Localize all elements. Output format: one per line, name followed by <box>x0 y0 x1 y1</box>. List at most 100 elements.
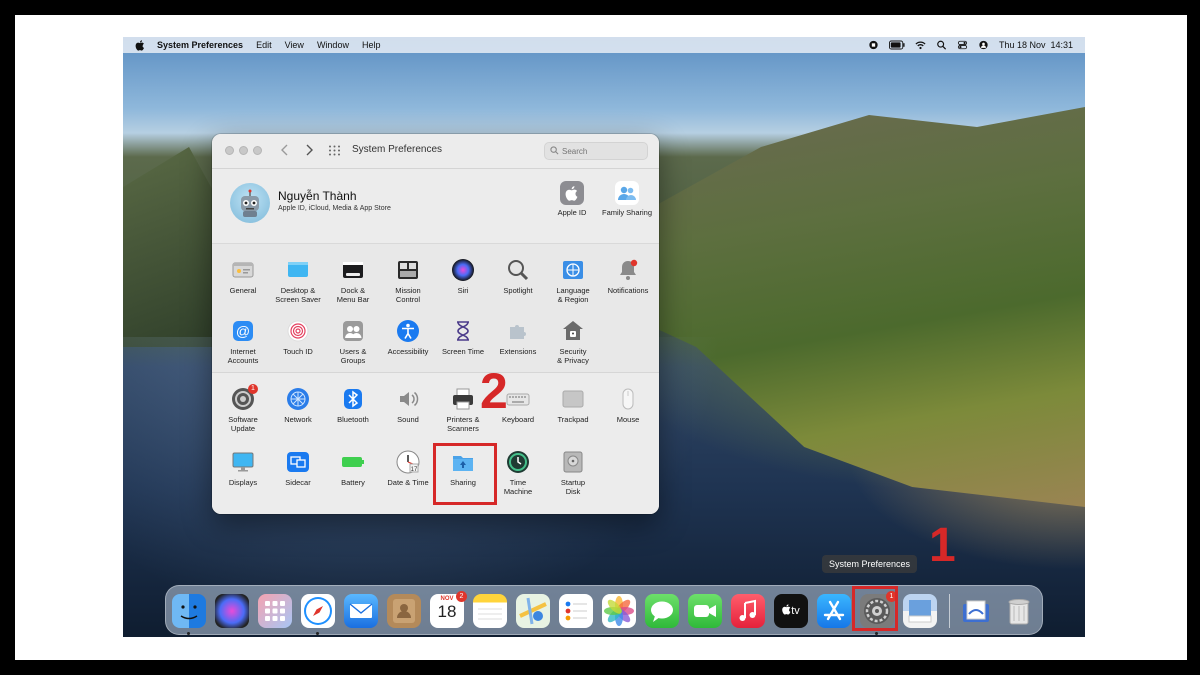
zoom-window-button[interactable] <box>253 146 262 155</box>
show-all-grid-icon[interactable] <box>328 145 341 156</box>
pref-label: Sound <box>397 415 419 424</box>
pref-desktop-screensaver[interactable]: Desktop & Screen Saver <box>270 258 326 304</box>
menu-edit[interactable]: Edit <box>256 40 272 50</box>
spotlight-search-icon[interactable] <box>936 40 947 50</box>
system-preferences-highlight-box <box>852 586 898 631</box>
screen-record-icon[interactable] <box>868 40 879 50</box>
pref-dock-menubar[interactable]: Dock & Menu Bar <box>325 258 381 304</box>
dock-photos[interactable] <box>602 594 636 628</box>
minimize-window-button[interactable] <box>239 146 248 155</box>
dock-safari[interactable] <box>301 594 335 628</box>
search-input[interactable] <box>562 144 642 158</box>
dock-maps[interactable] <box>516 594 550 628</box>
pref-internet-accounts[interactable]: @ Internet Accounts <box>215 319 271 365</box>
svg-text:17: 17 <box>411 467 418 473</box>
dock-app-store[interactable] <box>817 594 851 628</box>
pref-label: Date & Time <box>387 478 429 487</box>
menu-app-name[interactable]: System Preferences <box>157 40 243 50</box>
pref-siri[interactable]: Siri <box>435 258 491 295</box>
software-update-icon: 1 <box>231 384 258 411</box>
pref-startup-disk[interactable]: Startup Disk <box>545 450 601 496</box>
menu-bar: System Preferences Edit View Window Help… <box>123 37 1085 53</box>
pref-security-privacy[interactable]: Security & Privacy <box>545 319 601 365</box>
frame-right <box>1187 0 1200 675</box>
pref-family-sharing[interactable]: Family Sharing <box>597 181 657 217</box>
pref-mission-control[interactable]: Mission Control <box>380 258 436 304</box>
pref-battery[interactable]: Battery <box>325 450 381 487</box>
dock-trash[interactable] <box>1002 594 1036 628</box>
pref-displays[interactable]: Displays <box>215 450 271 487</box>
pref-label: Startup Disk <box>560 478 586 496</box>
menu-window[interactable]: Window <box>317 40 349 50</box>
dock-contacts[interactable] <box>387 594 421 628</box>
dock-messages[interactable] <box>645 594 679 628</box>
facetime-icon <box>694 605 716 617</box>
dock-calendar[interactable]: NOV 18 2 <box>430 591 467 628</box>
dock-mail[interactable] <box>344 594 378 628</box>
pref-screen-time[interactable]: Screen Time <box>435 319 491 356</box>
user-account-icon[interactable] <box>978 40 989 50</box>
pref-sidecar[interactable]: Sidecar <box>270 450 326 487</box>
pref-touch-id[interactable]: Touch ID <box>270 319 326 356</box>
pref-sound[interactable]: Sound <box>380 387 436 424</box>
menu-help[interactable]: Help <box>362 40 381 50</box>
dock-downloads-stack[interactable] <box>959 594 993 628</box>
pref-network[interactable]: Network <box>270 387 326 424</box>
language-region-icon <box>561 258 585 282</box>
account-subtitle: Apple ID, iCloud, Media & App Store <box>278 205 391 212</box>
dock-apple-tv[interactable]: tv <box>774 594 808 628</box>
pref-accessibility[interactable]: Accessibility <box>380 319 436 356</box>
pref-language-region[interactable]: Language & Region <box>545 258 601 304</box>
trackpad-icon <box>561 387 585 411</box>
pref-extensions[interactable]: Extensions <box>490 319 546 356</box>
dock-launchpad[interactable] <box>258 594 292 628</box>
back-button[interactable] <box>278 143 292 157</box>
pref-software-update[interactable]: 1 Software Update <box>215 384 271 433</box>
menu-view[interactable]: View <box>285 40 304 50</box>
desktop: System Preferences Edit View Window Help… <box>123 37 1085 637</box>
dock: NOV 18 2 tv 1 <box>165 585 1043 635</box>
pref-time-machine[interactable]: Time Machine <box>490 450 546 496</box>
step-1-label: 1 <box>929 519 956 572</box>
wifi-icon[interactable] <box>915 40 926 50</box>
touch-id-icon <box>286 319 310 343</box>
search-field[interactable] <box>544 142 648 160</box>
pref-date-time[interactable]: 17 Date & Time <box>380 450 436 487</box>
dock-reminders[interactable] <box>559 594 593 628</box>
apple-tv-label: tv <box>791 605 800 617</box>
pref-spotlight[interactable]: Spotlight <box>490 258 546 295</box>
dock-preview[interactable] <box>903 594 937 628</box>
pref-label: Bluetooth <box>337 415 369 424</box>
dock-facetime[interactable] <box>688 594 722 628</box>
menu-clock[interactable]: Thu 18 Nov 14:31 <box>999 40 1073 50</box>
pref-trackpad[interactable]: Trackpad <box>545 387 601 424</box>
pref-label: Time Machine <box>503 478 533 496</box>
chevron-right-icon <box>306 144 313 156</box>
pref-apple-id[interactable]: Apple ID <box>542 181 602 217</box>
dock-music[interactable] <box>731 594 765 628</box>
pref-label: Spotlight <box>503 286 533 295</box>
dock-siri[interactable] <box>215 594 249 628</box>
pref-label: Dock & Menu Bar <box>336 286 370 304</box>
pref-general[interactable]: General <box>215 258 271 295</box>
dock-finder[interactable] <box>172 594 206 628</box>
pref-users-groups[interactable]: Users & Groups <box>325 319 381 365</box>
bluetooth-icon <box>341 387 365 411</box>
battery-charging-icon[interactable] <box>888 40 905 50</box>
extensions-icon <box>506 319 530 343</box>
pref-label: Displays <box>228 478 258 487</box>
pref-bluetooth[interactable]: Bluetooth <box>325 387 381 424</box>
dock-notes[interactable] <box>473 594 507 628</box>
control-center-icon[interactable] <box>957 40 968 50</box>
search-icon <box>550 146 559 155</box>
close-window-button[interactable] <box>225 146 234 155</box>
battery-icon <box>341 450 365 474</box>
apple-menu-icon[interactable] <box>135 39 145 51</box>
update-badge: 1 <box>248 384 258 394</box>
frame-left <box>0 0 15 675</box>
dock-menubar-icon <box>341 258 365 282</box>
pref-notifications[interactable]: Notifications <box>600 258 656 295</box>
avatar[interactable] <box>230 183 270 223</box>
forward-button[interactable] <box>302 143 316 157</box>
pref-mouse[interactable]: Mouse <box>600 387 656 424</box>
